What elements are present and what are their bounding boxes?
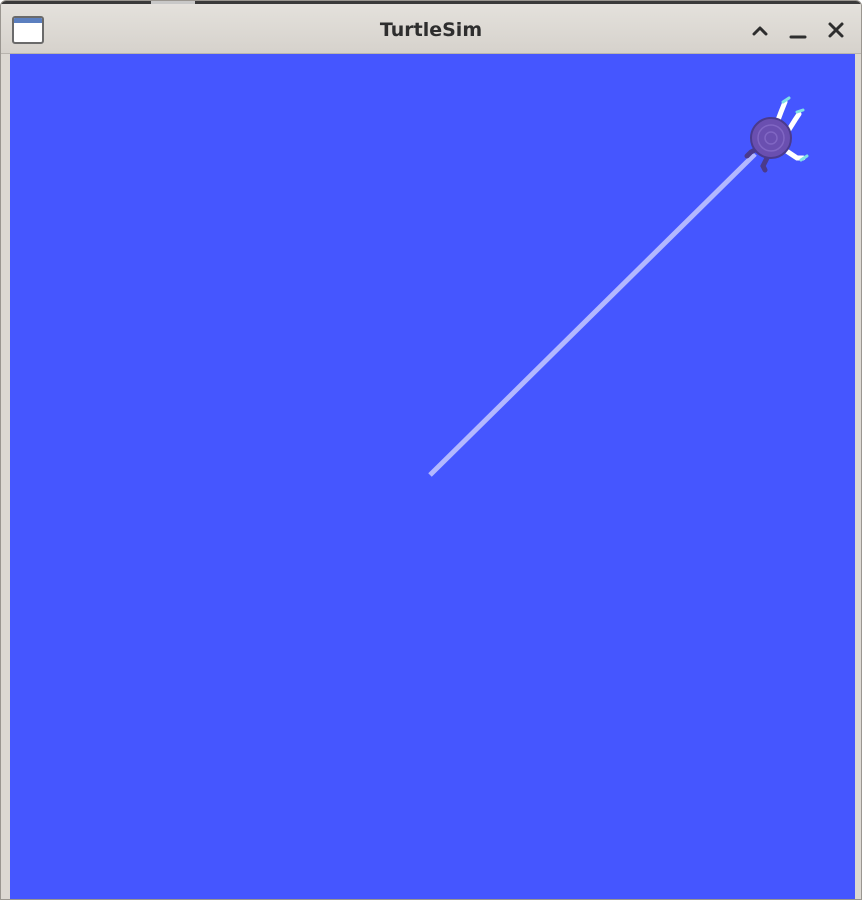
turtle-shell	[750, 117, 792, 159]
turtle-rear-right-flipper	[782, 147, 809, 162]
close-button[interactable]	[821, 14, 851, 46]
chevron-up-icon	[752, 26, 768, 36]
window-icon-bar	[14, 18, 42, 23]
maximize-button[interactable]	[745, 14, 775, 46]
title-bar[interactable]: TurtleSim	[1, 4, 861, 54]
window-title: TurtleSim	[379, 19, 483, 41]
close-icon	[828, 22, 844, 38]
turtle-icon	[744, 96, 809, 173]
window-icon[interactable]	[12, 16, 44, 44]
canvas-drawing	[428, 96, 809, 477]
turtlesim-window: TurtleSim	[0, 0, 862, 900]
turtlesim-canvas	[10, 54, 855, 899]
minimize-button[interactable]	[783, 14, 813, 46]
pen-trail	[428, 152, 757, 477]
minimize-icon	[789, 35, 807, 39]
